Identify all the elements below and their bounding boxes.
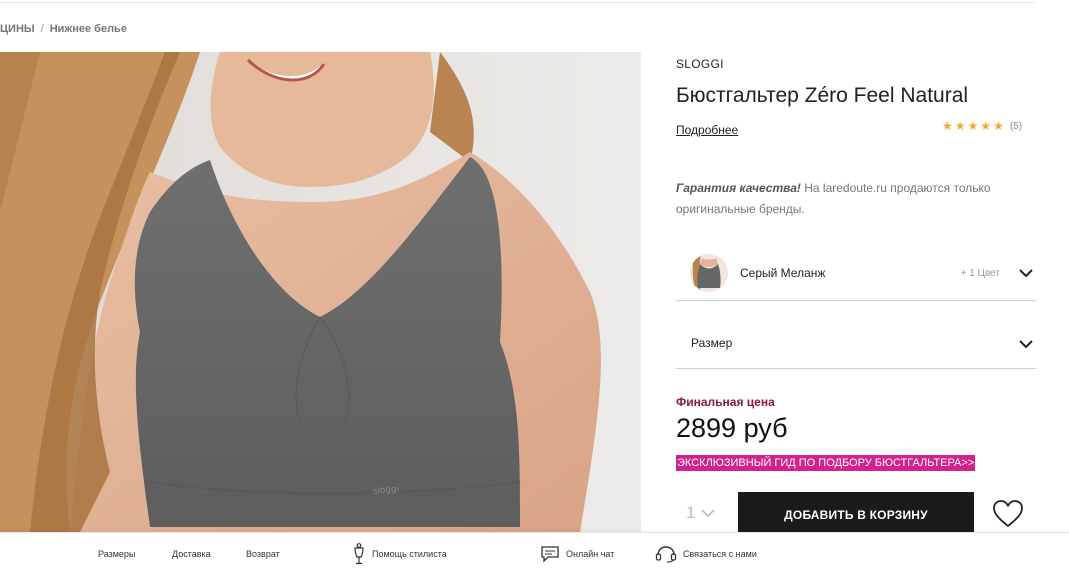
stylist-help-link[interactable]: Помощь стилиста (352, 533, 447, 573)
final-price-label: Финальная цена (676, 395, 775, 409)
breadcrumb-current[interactable]: Нижнее белье (50, 23, 127, 35)
product-image[interactable]: sloggi (0, 52, 641, 532)
chevron-down-icon (701, 509, 716, 518)
chevron-down-icon (1019, 340, 1033, 349)
top-divider (0, 2, 1035, 3)
contact-us-link[interactable]: Связаться с нами (655, 533, 757, 573)
review-count: (5) (1009, 120, 1023, 132)
online-chat-link[interactable]: Онлайн чат (540, 533, 614, 573)
star-icon: ★ (954, 119, 966, 133)
bottom-service-bar: Размеры Доставка Возврат Помощь стилиста… (0, 532, 1069, 573)
quantity-value: 1 (686, 503, 696, 522)
star-icon: ★ (967, 119, 979, 133)
delivery-label: Доставка (172, 548, 211, 559)
selected-color: Серый Меланж (740, 266, 826, 280)
more-colors-count: + 1 Цвет (960, 268, 1000, 279)
color-selector[interactable]: Серый Меланж + 1 Цвет (676, 248, 1036, 301)
bra-guide-link[interactable]: ЭКСКЛЮЗИВНЫЙ ГИД ПО ПОДБОРУ БЮСТГАЛЬТЕРА… (676, 455, 976, 471)
headset-icon (655, 545, 677, 563)
contact-us-label: Связаться с нами (683, 548, 757, 559)
star-icon: ★ (980, 119, 992, 133)
product-rating[interactable]: ★ ★ ★ ★ ★ (5) (942, 120, 1022, 132)
color-swatch (690, 254, 728, 292)
product-brand[interactable]: SLOGGI (676, 57, 724, 71)
breadcrumb-prev[interactable]: ЦИНЫ (0, 23, 35, 35)
returns-label: Возврат (246, 548, 280, 559)
breadcrumb: ЦИНЫ / Нижнее белье (0, 23, 127, 35)
heart-icon[interactable] (991, 499, 1025, 529)
product-title: Бюстгальтер Zéro Feel Natural (676, 84, 969, 107)
star-icon: ★ (942, 119, 953, 133)
mannequin-icon (354, 542, 364, 564)
delivery-link[interactable]: Доставка (172, 533, 211, 573)
guarantee-bold: Гарантия качества! (676, 181, 801, 195)
stylist-help-label: Помощь стилиста (372, 548, 447, 559)
returns-link[interactable]: Возврат (246, 533, 280, 573)
breadcrumb-separator: / (40, 23, 44, 35)
sizes-label: Размеры (98, 548, 136, 559)
size-selector[interactable]: Размер (676, 320, 1036, 369)
chat-icon (541, 545, 559, 563)
product-price: 2899 руб (676, 413, 788, 443)
sizes-link[interactable]: Размеры (98, 533, 135, 573)
star-icon: ★ (993, 119, 1004, 133)
online-chat-label: Онлайн чат (566, 548, 615, 559)
quality-guarantee: Гарантия качества! На laredoute.ru прода… (676, 178, 1036, 220)
size-label: Размер (691, 336, 733, 350)
details-link[interactable]: Подробнее (676, 123, 738, 137)
quantity-select[interactable]: 1 (686, 503, 716, 523)
chevron-down-icon (1019, 269, 1033, 278)
